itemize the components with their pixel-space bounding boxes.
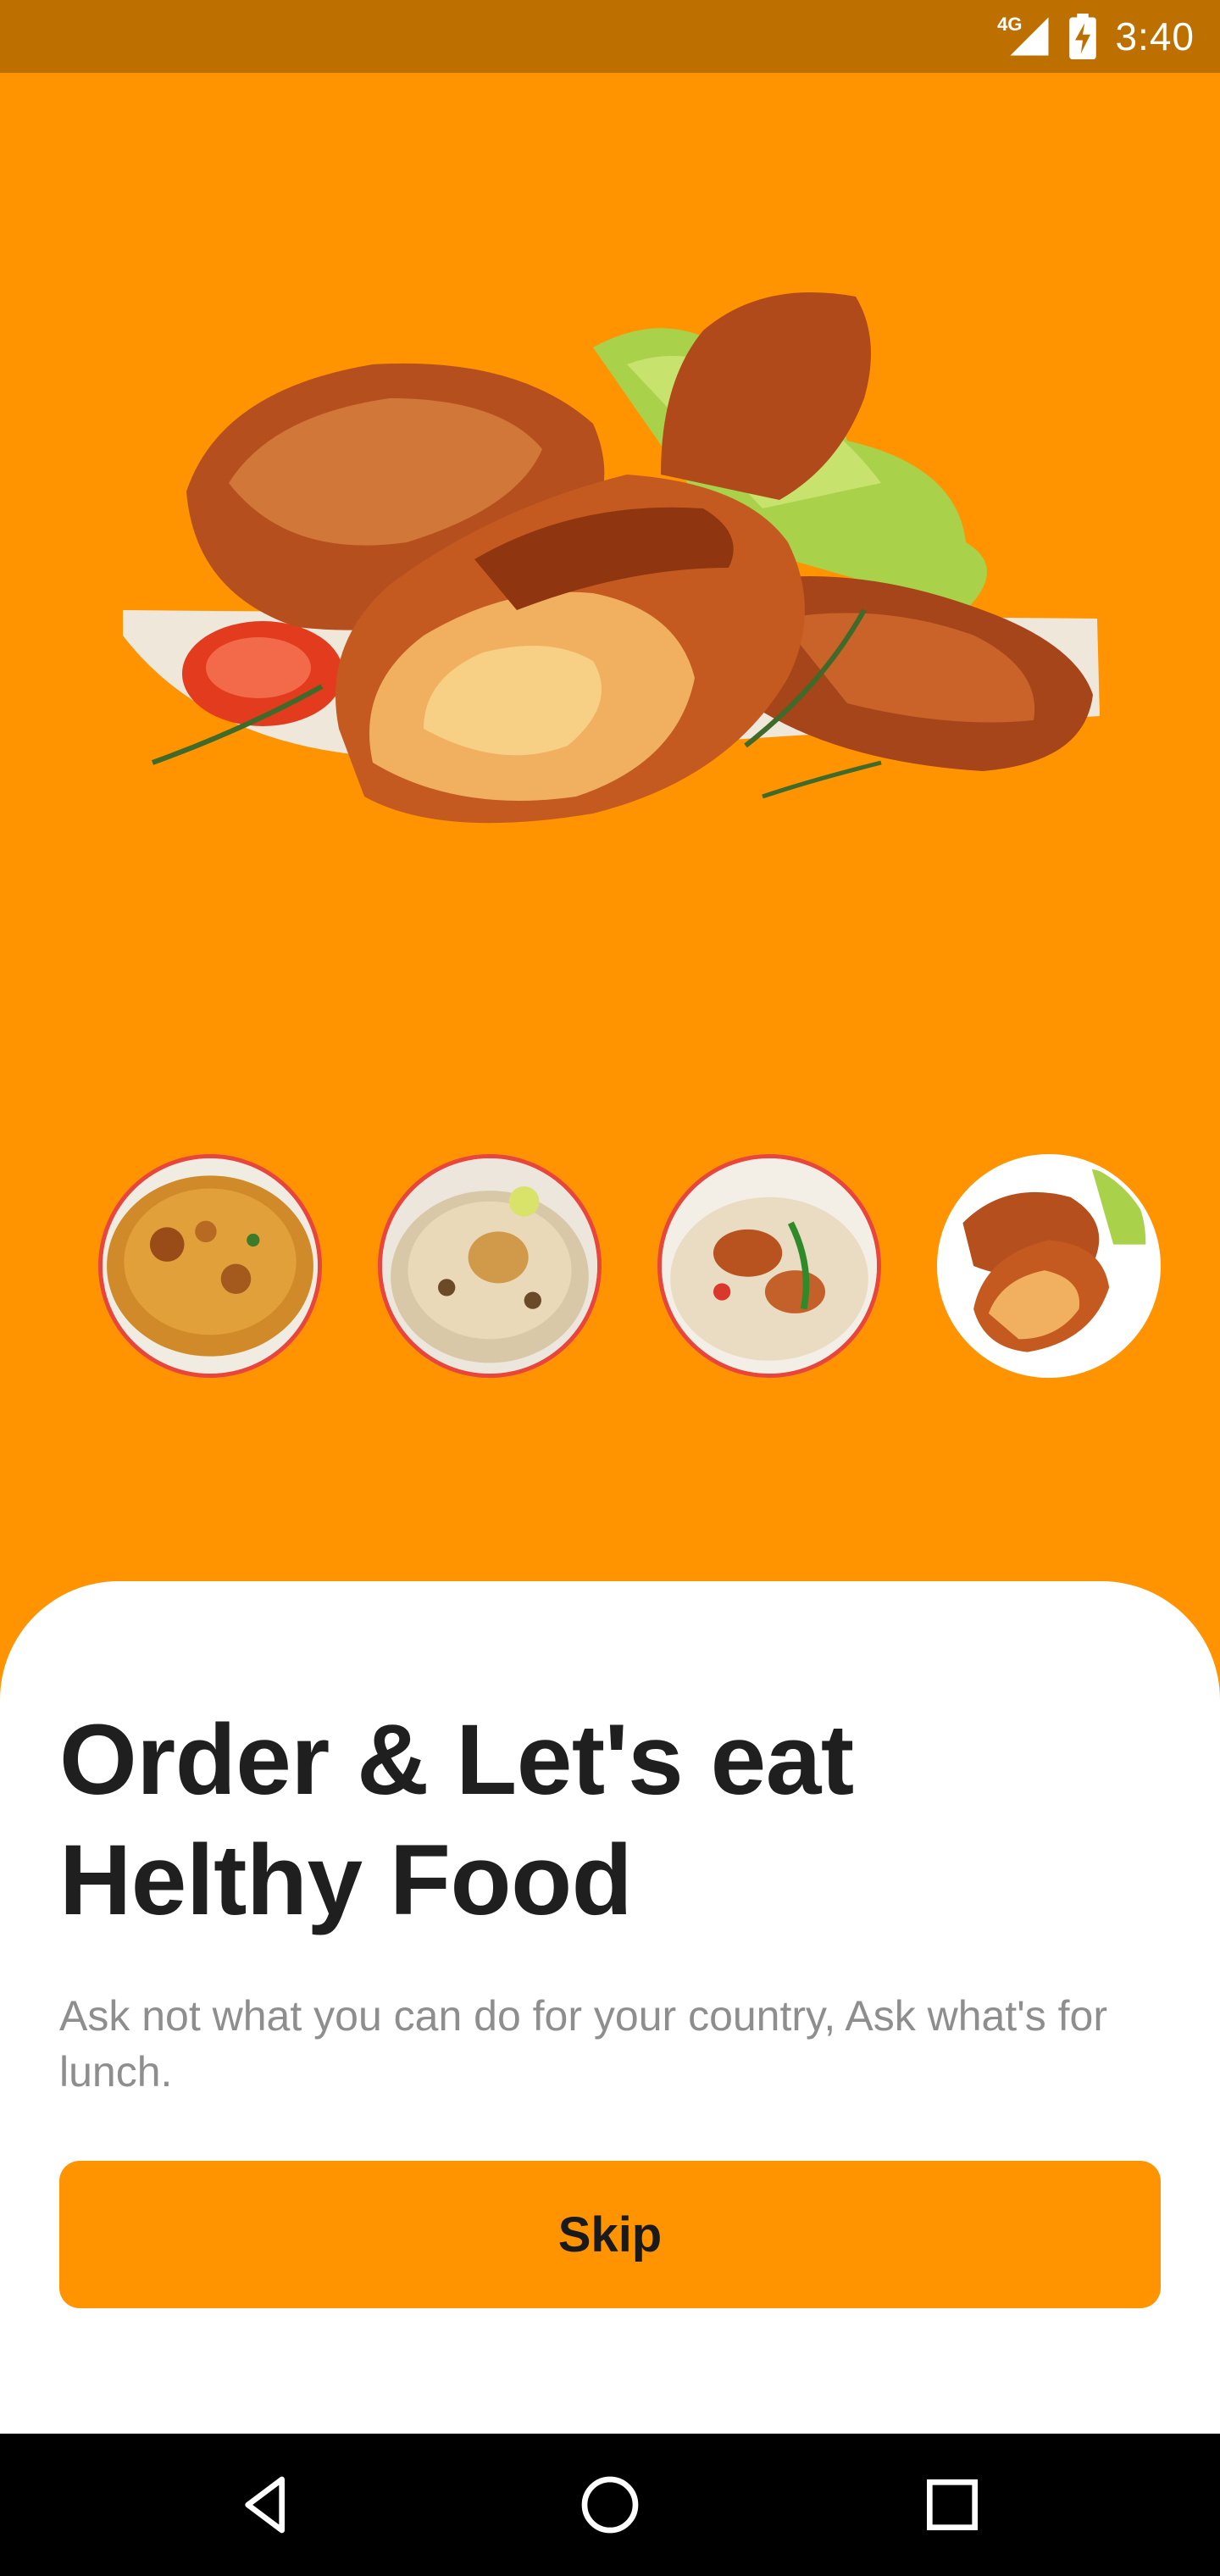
thumbnail-chicken-legs[interactable] — [937, 1154, 1161, 1378]
back-button[interactable] — [225, 2462, 310, 2547]
home-button[interactable] — [568, 2462, 652, 2547]
recents-icon — [927, 2479, 978, 2530]
onboarding-sheet: Order & Let's eat Helthy Food Ask not wh… — [0, 1581, 1220, 2434]
chicken-rice-image — [662, 1158, 877, 1374]
chicken-legs-image — [941, 1158, 1156, 1374]
home-icon — [581, 2476, 639, 2534]
skip-button[interactable]: Skip — [59, 2161, 1161, 2308]
hero-food-image — [119, 288, 1101, 915]
chicken-pulao-image — [382, 1158, 597, 1374]
title-line-2: Helthy Food — [59, 1824, 633, 1936]
thumbnail-chicken-rice[interactable] — [657, 1154, 881, 1378]
title-line-1: Order & Let's eat — [59, 1704, 854, 1816]
clock: 3:40 — [1115, 14, 1195, 58]
recents-button[interactable] — [910, 2462, 995, 2547]
back-icon — [245, 2476, 285, 2534]
thumbnail-biryani[interactable] — [98, 1154, 322, 1378]
battery-charging-icon — [1069, 14, 1097, 59]
system-navigation-bar — [0, 2434, 1220, 2576]
food-thumbnail-carousel — [0, 1154, 1220, 1378]
status-bar: 4G 3:40 — [0, 0, 1220, 73]
onboarding-subtitle: Ask not what you can do for your country… — [59, 1992, 1107, 2096]
onboarding-title: Order & Let's eat Helthy Food — [59, 1700, 1161, 1940]
biryani-plate-image — [103, 1158, 318, 1374]
network-type: 4G — [997, 14, 1023, 35]
thumbnail-pulao[interactable] — [378, 1154, 602, 1378]
